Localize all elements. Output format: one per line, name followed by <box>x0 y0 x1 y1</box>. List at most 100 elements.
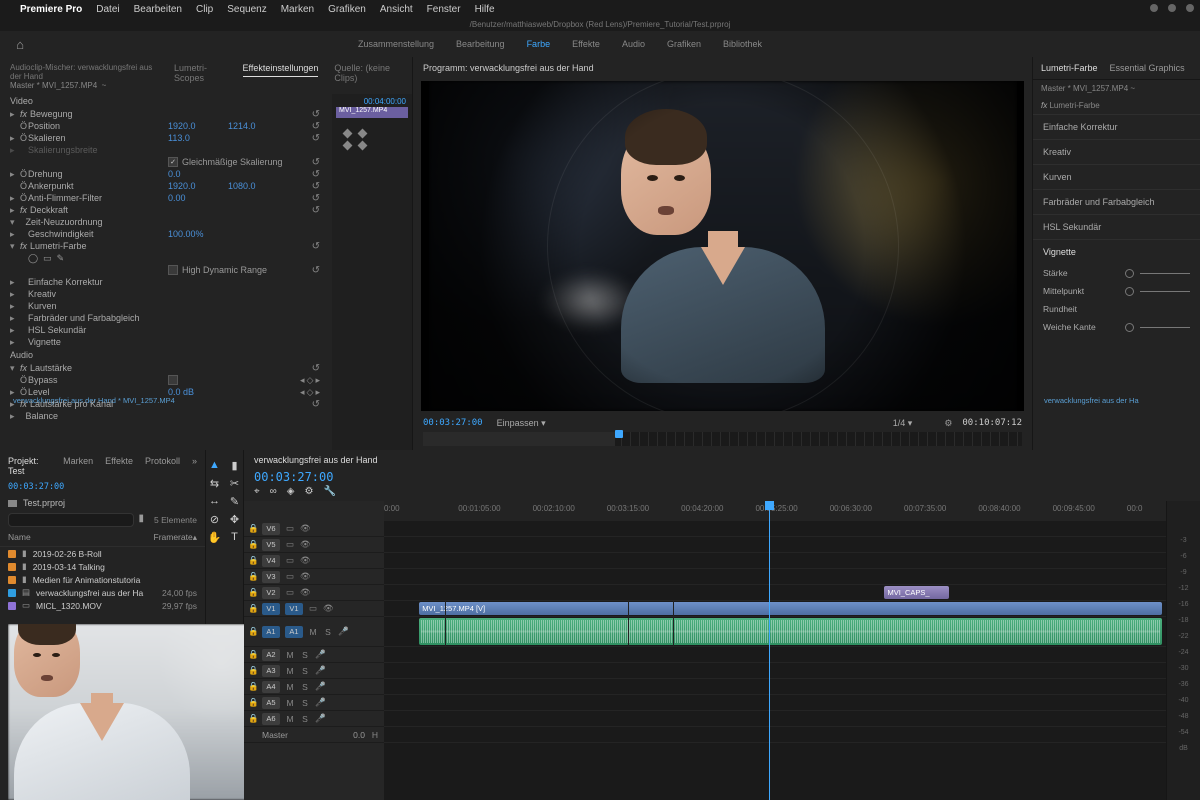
tab-project[interactable]: Projekt: Test <box>8 456 51 476</box>
effect-balance[interactable]: ▸ Balance <box>0 410 330 422</box>
sequence-tab[interactable]: verwacklungsfrei aus der Hand <box>254 455 378 465</box>
video-track-header[interactable]: 🔒V2▭👁 <box>244 585 384 601</box>
razor-tool-icon[interactable]: ✂ <box>228 476 242 490</box>
timeline-playhead[interactable] <box>769 501 770 800</box>
reset-icon[interactable]: ↺ <box>312 109 320 120</box>
prop-anchor[interactable]: ÖAnkerpunkt1920.01080.0↺ <box>0 180 330 192</box>
video-track-header[interactable]: 🔒V5▭👁 <box>244 537 384 553</box>
window-controls[interactable] <box>1150 4 1194 12</box>
keyframe-timeline[interactable]: 00:04:00:00 MVI_1257.MP4 <box>332 94 412 450</box>
tab-source[interactable]: Quelle: (keine Clips) <box>334 63 402 77</box>
project-item[interactable]: ▮2019-02-26 B-Roll <box>0 547 205 560</box>
menu-marken[interactable]: Marken <box>281 4 314 15</box>
effect-volume[interactable]: ▾fxLautstärke↺ <box>0 362 330 374</box>
rate-stretch-tool-icon[interactable]: ⊘ <box>208 512 222 526</box>
video-track-header[interactable]: 🔒V6▭👁 <box>244 521 384 537</box>
workspace-tab[interactable]: Audio <box>622 39 645 49</box>
workspace-tab-active[interactable]: Farbe <box>527 39 551 49</box>
hand-tool-icon[interactable]: ✋ <box>208 530 222 544</box>
program-monitor[interactable] <box>421 81 1024 411</box>
menu-grafiken[interactable]: Grafiken <box>328 4 366 15</box>
lumetri-group[interactable]: ▸Kurven <box>0 300 330 312</box>
workspace-tab[interactable]: Grafiken <box>667 39 701 49</box>
project-item[interactable]: ▮Medien für Animationstutoria <box>0 573 205 586</box>
audio-track-header[interactable]: 🔒A5MS🎤 <box>244 695 384 711</box>
timeline-clip[interactable]: MVI_1257.MP4 [V] <box>419 602 1162 615</box>
project-search-input[interactable] <box>8 513 134 527</box>
effect-motion[interactable]: ▸fxBewegung↺ <box>0 108 330 120</box>
zoom-select[interactable]: Einpassen ▾ <box>497 418 546 429</box>
project-item[interactable]: ▮2019-03-14 Talking <box>0 560 205 573</box>
settings-icon[interactable]: ⚙ <box>944 418 952 429</box>
track-select-tool-icon[interactable]: ▮ <box>228 458 242 472</box>
snap-icon[interactable]: ⌖ <box>254 486 260 497</box>
tab-effect-controls[interactable]: Effekteinstellungen <box>243 63 319 77</box>
program-current-tc[interactable]: 00:03:27:00 <box>423 418 483 428</box>
effect-lumetri[interactable]: ▾fxLumetri-Farbe↺ <box>0 240 330 252</box>
tab-markers[interactable]: Marken <box>63 456 93 476</box>
prop-position[interactable]: ÖPosition1920.01214.0↺ <box>0 120 330 132</box>
lumetri-group[interactable]: ▸Kreativ <box>0 288 330 300</box>
program-title[interactable]: Programm: verwacklungsfrei aus der Hand <box>413 57 1032 79</box>
workspace-tab[interactable]: Bibliothek <box>723 39 762 49</box>
prop-uniform-scale[interactable]: Gleichmäßige Skalierung↺ <box>0 156 330 168</box>
workspace-tab[interactable]: Bearbeitung <box>456 39 505 49</box>
prop-antiflicker[interactable]: ▸ÖAnti-Flimmer-Filter0.00↺ <box>0 192 330 204</box>
project-file[interactable]: Test.prproj <box>0 495 205 511</box>
prop-level[interactable]: ▸ÖLevel0.0 dB◂◇▸ <box>0 386 330 398</box>
program-scrubber[interactable] <box>423 432 1022 446</box>
slide-tool-icon[interactable]: ✥ <box>228 512 242 526</box>
prop-bypass[interactable]: ÖBypass◂◇▸ <box>0 374 330 386</box>
lumetri-group[interactable]: ▸Vignette <box>0 336 330 348</box>
type-tool-icon[interactable]: T <box>228 530 242 544</box>
wrench-icon[interactable]: 🔧 <box>323 486 335 497</box>
effect-opacity[interactable]: ▸fxDeckkraft↺ <box>0 204 330 216</box>
audio-track-header[interactable]: 🔒A3MS🎤 <box>244 663 384 679</box>
folder-icon[interactable]: ▮ <box>138 513 144 527</box>
audio-track-header[interactable]: 🔒A1A1MS🎤 <box>244 617 384 647</box>
video-track-header[interactable]: 🔒V1V1▭👁 <box>244 601 384 617</box>
audio-track-header[interactable]: 🔒A2MS🎤 <box>244 647 384 663</box>
lumetri-group[interactable]: ▸Farbräder und Farbabgleich <box>0 312 330 324</box>
lumetri-group[interactable]: ▸HSL Sekundär <box>0 324 330 336</box>
tab-lumetri-scopes[interactable]: Lumetri-Scopes <box>174 63 227 77</box>
workspace-tab[interactable]: Zusammenstellung <box>358 39 434 49</box>
timeline-audio-clip[interactable] <box>419 618 1162 645</box>
project-item[interactable]: ▤verwacklungsfrei aus der Ha24,00 fps <box>0 586 205 599</box>
menu-fenster[interactable]: Fenster <box>427 4 461 15</box>
menu-ansicht[interactable]: Ansicht <box>380 4 413 15</box>
mask-buttons[interactable]: ◯▭✎ <box>0 252 330 264</box>
workspace-tab[interactable]: Effekte <box>572 39 600 49</box>
ripple-tool-icon[interactable]: ⇆ <box>208 476 222 490</box>
playback-resolution[interactable]: 1/4 ▾ <box>893 418 913 429</box>
video-track-header[interactable]: 🔒V3▭👁 <box>244 569 384 585</box>
tab-effects[interactable]: Effekte <box>105 456 133 476</box>
effect-time-remap[interactable]: ▾ Zeit-Neuzuordnung <box>0 216 330 228</box>
time-ruler[interactable]: 0:0000:01:05:0000:02:10:0000:03:15:0000:… <box>384 501 1166 521</box>
menu-hilfe[interactable]: Hilfe <box>475 4 495 15</box>
overflow-icon[interactable]: » <box>192 456 197 476</box>
settings-icon[interactable]: ⚙ <box>304 486 313 497</box>
project-item[interactable]: ▭MICL_1320.MOV29,97 fps <box>0 599 205 612</box>
linked-selection-icon[interactable]: ∞ <box>270 486 277 497</box>
marker-icon[interactable]: ◈ <box>287 486 295 497</box>
prop-scale[interactable]: ▸ÖSkalieren113.0↺ <box>0 132 330 144</box>
timeline-clip[interactable]: MVI_CAPS_ <box>884 586 948 599</box>
master-track-header[interactable]: Master0.0H <box>244 727 384 743</box>
menu-sequenz[interactable]: Sequenz <box>227 4 266 15</box>
audio-track-header[interactable]: 🔒A4MS🎤 <box>244 679 384 695</box>
audio-track-header[interactable]: 🔒A6MS🎤 <box>244 711 384 727</box>
timeline-canvas[interactable]: 0:0000:01:05:0000:02:10:0000:03:15:0000:… <box>384 501 1166 800</box>
prop-rotation[interactable]: ▸ÖDrehung0.0↺ <box>0 168 330 180</box>
kf-clip[interactable]: MVI_1257.MP4 <box>336 107 408 118</box>
tab-history[interactable]: Protokoll <box>145 456 180 476</box>
effect-channel-volume[interactable]: ▸fxLautstärke pro Kanal↺ <box>0 398 330 410</box>
lumetri-group[interactable]: ▸Einfache Korrektur <box>0 276 330 288</box>
menu-clip[interactable]: Clip <box>196 4 213 15</box>
pen-tool-icon[interactable]: ✎ <box>228 494 242 508</box>
selection-tool-icon[interactable]: ▲ <box>208 458 222 472</box>
video-track-header[interactable]: 🔒V4▭👁 <box>244 553 384 569</box>
slip-tool-icon[interactable]: ↔ <box>208 494 222 508</box>
prop-speed[interactable]: ▸ Geschwindigkeit100.00% <box>0 228 330 240</box>
prop-hdr[interactable]: High Dynamic Range↺ <box>0 264 330 276</box>
